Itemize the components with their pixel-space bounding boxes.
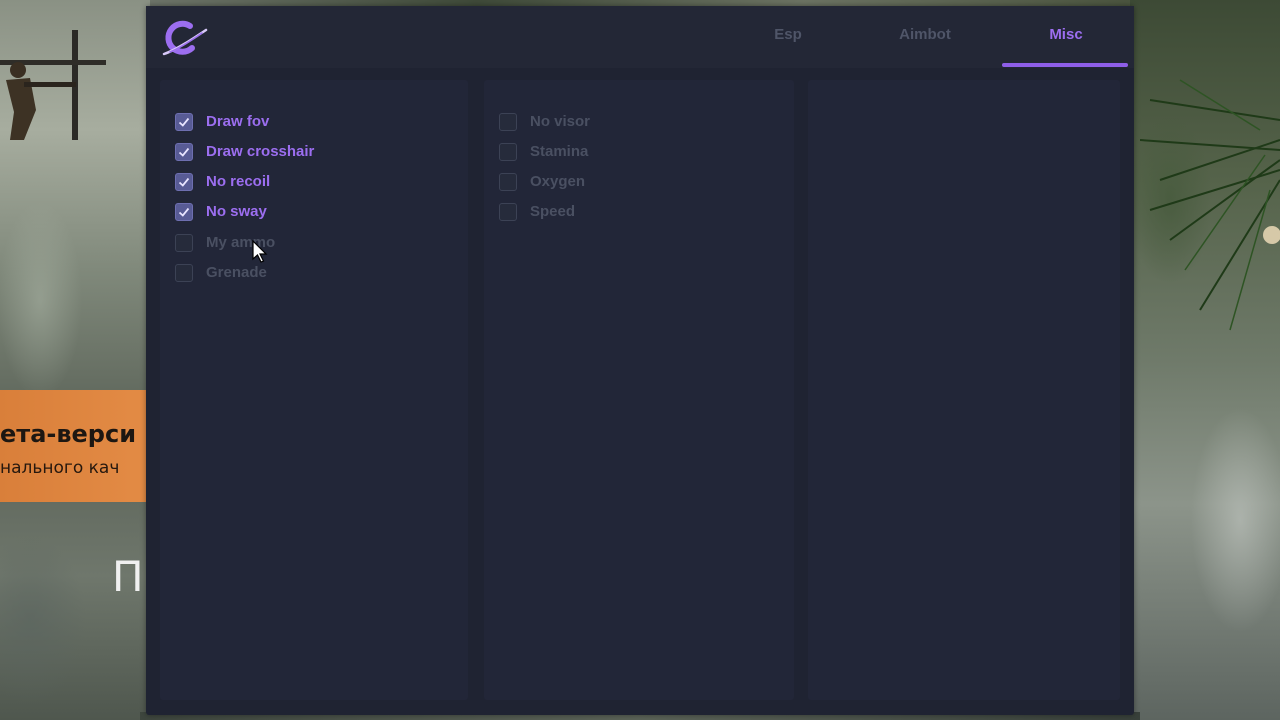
menu-header: Esp Aimbot Misc <box>146 6 1134 68</box>
banner-subtitle: нального кач <box>0 458 120 478</box>
checkmark-icon <box>178 147 190 157</box>
option-label: No visor <box>530 113 591 130</box>
option-label: No sway <box>206 203 267 220</box>
options-panel-right <box>808 80 1120 700</box>
checkbox-unchecked[interactable] <box>175 234 193 252</box>
tab-aimbot[interactable]: Aimbot <box>896 26 954 66</box>
soldier-silhouette <box>0 30 106 140</box>
cheat-menu-window: Esp Aimbot Misc Draw fov Draw crosshair … <box>146 6 1134 715</box>
background-banner: ета-верси нального кач <box>0 390 146 502</box>
active-tab-indicator <box>1002 63 1128 67</box>
checkmark-icon <box>178 117 190 127</box>
pine-branch <box>1140 79 1280 331</box>
banner-title: ета-верси <box>0 420 137 448</box>
option-label: Oxygen <box>530 173 586 190</box>
checkbox-unchecked[interactable] <box>499 113 517 131</box>
option-label: Draw fov <box>206 113 270 130</box>
mouse-cursor-icon <box>252 240 268 263</box>
checkbox-unchecked[interactable] <box>499 143 517 161</box>
checkbox-checked[interactable] <box>175 173 193 191</box>
checkbox-checked[interactable] <box>175 143 193 161</box>
background-glyph: П <box>112 552 144 601</box>
checkbox-unchecked[interactable] <box>499 173 517 191</box>
checkmark-icon <box>178 207 190 217</box>
checkbox-unchecked[interactable] <box>175 264 193 282</box>
tab-esp[interactable]: Esp <box>774 26 802 66</box>
checkbox-checked[interactable] <box>175 113 193 131</box>
checkbox-checked[interactable] <box>175 203 193 221</box>
options-panel-left: Draw fov Draw crosshair No recoil No swa… <box>160 80 468 700</box>
option-label: Grenade <box>206 264 267 281</box>
options-panel-middle: No visor Stamina Oxygen Speed <box>484 80 794 700</box>
logo-icon <box>162 20 208 56</box>
option-label: Stamina <box>530 143 589 160</box>
option-label: No recoil <box>206 173 271 190</box>
tab-misc[interactable]: Misc <box>1003 26 1129 66</box>
checkbox-unchecked[interactable] <box>499 203 517 221</box>
checkmark-icon <box>178 177 190 187</box>
option-label: Draw crosshair <box>206 143 315 160</box>
option-label: Speed <box>530 203 576 220</box>
